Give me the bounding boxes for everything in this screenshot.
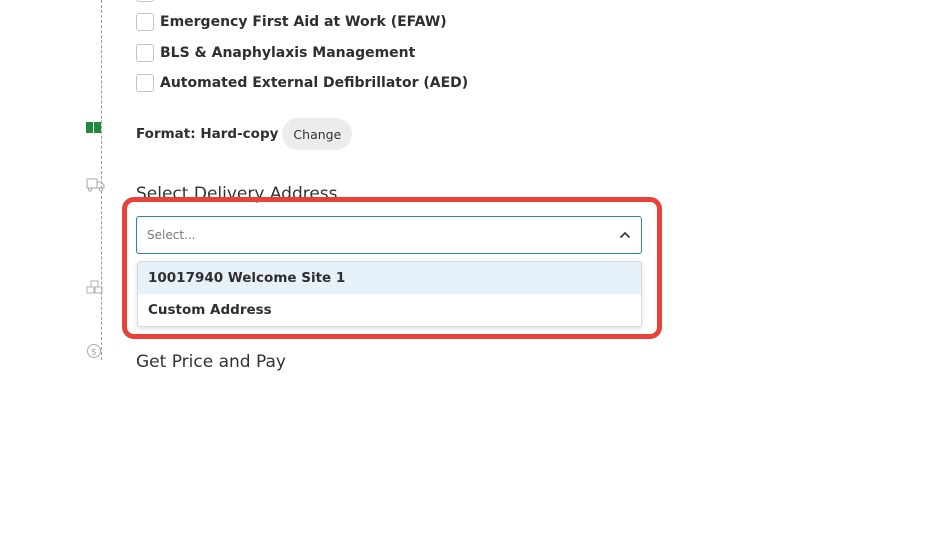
option-label: Automated External Defibrillator (AED) [160,75,469,91]
option-custom-address[interactable]: Custom Address [138,294,641,326]
option-label: BLS & Anaphylaxis Management [160,45,416,61]
select-placeholder: Select... [147,228,196,242]
checkbox[interactable] [136,13,154,31]
change-format-button[interactable]: Change [282,118,353,150]
option-bls[interactable]: BLS & Anaphylaxis Management [136,44,415,62]
option-welcome-site[interactable]: 10017940 Welcome Site 1 [138,262,641,294]
chevron-up-icon[interactable] [619,231,631,239]
format-row: Format: Hard-copy Change [136,118,353,150]
delivery-address-menu: 10017940 Welcome Site 1 Custom Address [137,261,642,327]
option-efaw[interactable]: Emergency First Aid at Work (EFAW) [136,13,447,31]
delivery-address-select[interactable]: Select... [136,216,642,254]
checkbox[interactable] [136,44,154,62]
option-aed[interactable]: Automated External Defibrillator (AED) [136,74,468,92]
book-icon [86,122,101,133]
option-label: Emergency First Aid at Work (EFAW) [160,14,447,30]
format-label: Format: Hard-copy [136,126,279,142]
truck-icon [86,178,105,192]
price-section-title: Get Price and Pay [136,352,286,372]
dollar-icon: $ [87,344,101,358]
boxes-icon [86,280,103,294]
svg-text:$: $ [91,348,97,358]
checkbox[interactable] [136,74,154,92]
checkbox-partial[interactable] [136,0,154,2]
